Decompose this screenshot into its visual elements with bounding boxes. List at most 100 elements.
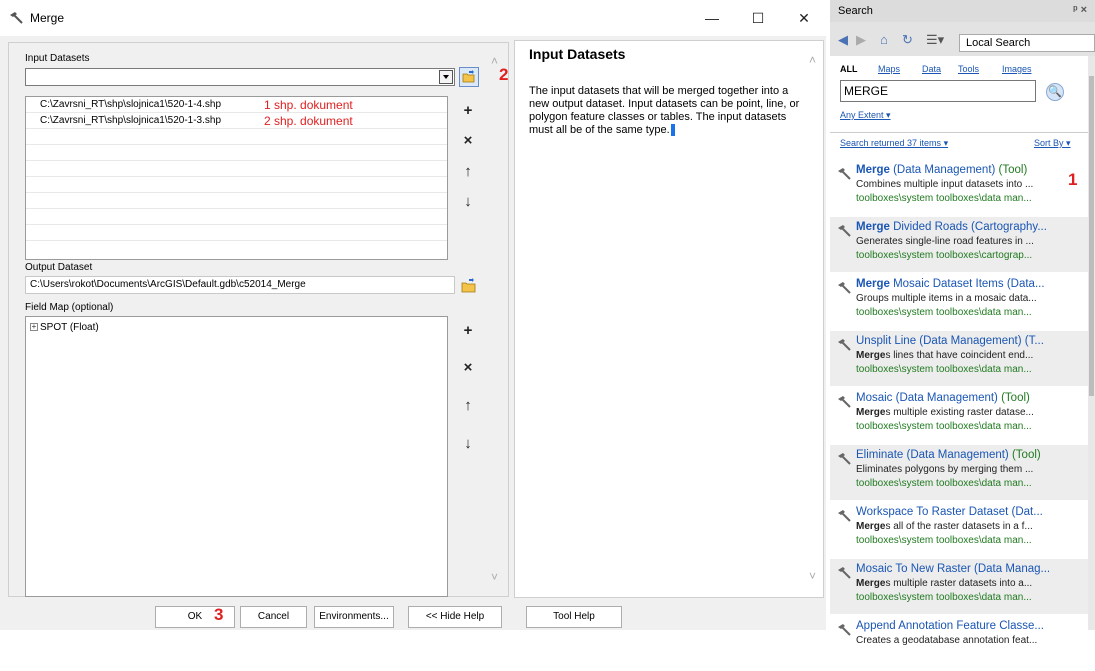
result-path: toolboxes\system toolboxes\data man... [856,535,1032,546]
list-item[interactable] [26,209,447,225]
search-result[interactable]: Eliminate (Data Management) (Tool) Elimin… [830,445,1088,500]
expand-icon[interactable]: + [30,323,38,332]
results-count-label: Search returned 37 items [840,138,942,148]
result-path: toolboxes\system toolboxes\data man... [856,193,1032,204]
remove-button[interactable]: × [457,130,479,152]
filter-tools[interactable]: Tools [958,64,979,74]
search-input[interactable]: MERGE [840,80,1036,102]
input-datasets-list[interactable]: C:\Zavrsni_RT\shp\slojnica1\520-1-4.shp … [25,96,448,260]
result-title[interactable]: Unsplit Line (Data Management) (T... [856,335,1088,347]
field-map-tree[interactable]: + SPOT (Float) [25,316,448,597]
home-icon[interactable]: ⌂ [880,32,888,47]
close-button[interactable]: ✕ [789,6,819,30]
scroll-up-icon[interactable]: ˄ [491,55,501,67]
extent-dropdown[interactable]: Any Extent ▾ [840,110,891,121]
list-item[interactable]: C:\Zavrsni_RT\shp\slojnica1\520-1-4.shp … [26,97,447,113]
result-title[interactable]: Mosaic (Data Management) (Tool) [856,392,1088,404]
field-down-button[interactable]: ↓ [457,433,479,455]
search-result[interactable]: Mosaic To New Raster (Data Manag... Merge… [830,559,1088,614]
search-scrollbar[interactable] [1088,56,1095,630]
environments-button[interactable]: Environments... [314,606,394,628]
result-title[interactable]: Append Annotation Feature Classe... [856,620,1088,632]
result-desc-text: Generates single-line road features in .… [856,236,1034,247]
search-result[interactable]: Merge Mosaic Dataset Items (Data... Group… [830,274,1088,329]
search-result[interactable]: Merge Divided Roads (Cartography... Gener… [830,217,1088,272]
folder-open-icon[interactable] [459,67,479,87]
tree-item[interactable]: + SPOT (Float) [30,322,99,333]
move-down-button[interactable]: ↓ [457,191,479,213]
result-title[interactable]: Merge (Data Management) (Tool) [856,164,1088,176]
hammer-icon [838,453,851,465]
help-text: The input datasets that will be merged t… [529,85,804,137]
minimize-button[interactable]: — [697,6,727,30]
search-result[interactable]: Mosaic (Data Management) (Tool) Merges mu… [830,388,1088,443]
folder-open-icon[interactable] [459,276,479,296]
remove-field-button[interactable]: × [457,357,479,379]
result-description: Merges multiple raster datasets into a..… [856,578,1088,589]
field-up-button[interactable]: ↑ [457,395,479,417]
result-desc-text: s lines that have coincident end... [885,350,1034,361]
search-scope-select[interactable]: Local Search [959,34,1095,52]
move-up-button[interactable]: ↑ [457,161,479,183]
cancel-button[interactable]: Cancel [240,606,307,628]
result-name: Append Annotation Feature Classe... [856,620,1044,632]
search-icon[interactable]: 🔍 [1046,83,1064,101]
hammer-icon [838,624,851,636]
results-count[interactable]: Search returned 37 items ▾ [840,138,948,149]
result-title[interactable]: Mosaic To New Raster (Data Manag... [856,563,1088,575]
output-dataset-field[interactable]: C:\Users\rokot\Documents\ArcGIS\Default.… [25,276,455,294]
search-result[interactable]: Unsplit Line (Data Management) (T... Merg… [830,331,1088,386]
hide-help-button[interactable]: << Hide Help [408,606,502,628]
result-name: Divided Roads (Cartography... [889,221,1047,233]
pin-icon[interactable]: ᵖ × [1073,4,1087,16]
list-item[interactable] [26,193,447,209]
result-desc-text: s multiple existing raster datase... [885,407,1034,418]
sort-by-dropdown[interactable]: Sort By ▾ [1034,138,1071,149]
filter-data[interactable]: Data [922,64,941,74]
filter-maps[interactable]: Maps [878,64,900,74]
result-desc-text: Groups multiple items in a mosaic data..… [856,293,1037,304]
hammer-icon [10,12,23,24]
scroll-thumb[interactable] [1089,76,1094,396]
scroll-up-icon[interactable]: ˄ [809,53,816,67]
maximize-button[interactable]: ☐ [743,6,773,30]
input-datasets-combo[interactable] [25,68,455,86]
add-button[interactable]: + [457,100,479,122]
result-title[interactable]: Workspace To Raster Dataset (Dat... [856,506,1088,518]
back-icon[interactable]: ◀ [838,32,848,48]
list-item[interactable]: C:\Zavrsni_RT\shp\slojnica1\520-1-3.shp … [26,113,447,129]
result-desc-text: s multiple raster datasets into a... [885,578,1033,589]
tool-help-button[interactable]: Tool Help [526,606,622,628]
refresh-icon[interactable]: ↻ [902,32,913,48]
scroll-down-icon[interactable]: ˅ [491,571,501,583]
result-path: toolboxes\system toolboxes\data man... [856,478,1032,489]
filter-all[interactable]: ALL [840,64,858,74]
result-name: Mosaic (Data Management) [856,392,1002,404]
dataset-note: 2 shp. dokument [264,114,353,128]
result-kind: (Tool) [1001,392,1030,404]
search-result[interactable]: Merge (Data Management) (Tool) Combines m… [830,160,1088,215]
list-item[interactable] [26,129,447,145]
search-result[interactable]: Workspace To Raster Dataset (Dat... Merge… [830,502,1088,557]
list-item[interactable] [26,145,447,161]
result-title[interactable]: Merge Divided Roads (Cartography... [856,221,1088,233]
result-title[interactable]: Eliminate (Data Management) (Tool) [856,449,1088,461]
hammer-icon [838,282,851,294]
view-options-icon[interactable]: ☰▾ [926,32,944,48]
list-item[interactable] [26,161,447,177]
scroll-down-icon[interactable]: ˅ [809,569,816,583]
add-field-button[interactable]: + [457,320,479,342]
forward-icon[interactable]: ▶ [856,32,866,48]
output-dataset-label: Output Dataset [25,262,93,273]
result-title[interactable]: Merge Mosaic Dataset Items (Data... [856,278,1088,290]
help-body: The input datasets that will be merged t… [529,85,800,136]
search-result[interactable]: Append Annotation Feature Classe... Creat… [830,616,1088,671]
parameters-scrollbar[interactable]: ˄ ˅ [485,42,509,597]
filter-images[interactable]: Images [1002,64,1032,74]
list-item[interactable] [26,177,447,193]
result-desc-keyword: Merge [856,407,886,418]
list-item[interactable] [26,225,447,241]
hammer-icon [838,339,851,351]
result-desc-text: Eliminates polygons by merging them ... [856,464,1034,475]
chevron-down-icon[interactable] [439,70,453,84]
